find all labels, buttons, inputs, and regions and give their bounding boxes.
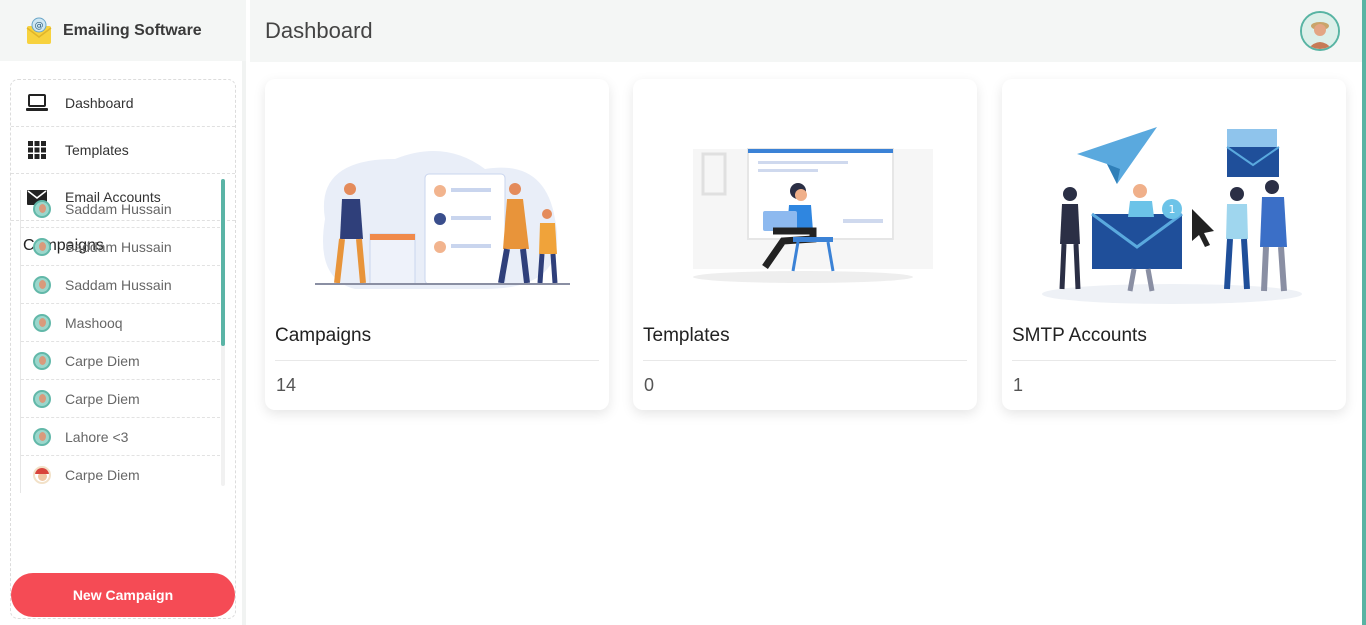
campaign-name: Lahore <3 bbox=[65, 428, 129, 445]
campaign-item[interactable]: Saddam Hussain bbox=[21, 228, 220, 266]
campaign-name: Carpe Diem bbox=[65, 352, 140, 369]
templates-laptop-illustration bbox=[693, 148, 933, 283]
avatar-icon bbox=[33, 237, 51, 256]
campaign-name: Carpe Diem bbox=[65, 390, 140, 407]
campaign-item[interactable]: Carpe Diem bbox=[21, 456, 220, 493]
card-divider bbox=[643, 360, 967, 361]
campaigns-card[interactable]: Campaigns 14 bbox=[265, 79, 609, 410]
campaign-name: Saddam Hussain bbox=[65, 276, 172, 293]
campaign-name: Saddam Hussain bbox=[65, 238, 172, 255]
laptop-icon bbox=[25, 91, 49, 115]
grid-icon bbox=[25, 138, 49, 162]
page-title: Dashboard bbox=[265, 18, 373, 43]
smtp-accounts-card[interactable]: 1 SMTP Accounts 1 bbox=[1002, 79, 1346, 410]
sidebar-item-label: Dashboard bbox=[65, 95, 134, 111]
card-title: Campaigns bbox=[275, 325, 372, 346]
sidebar-item-dashboard[interactable]: Dashboard bbox=[11, 80, 235, 127]
avatar-icon bbox=[33, 351, 51, 370]
brand[interactable]: @ Emailing Software bbox=[0, 0, 246, 61]
email-people-illustration: 1 bbox=[1042, 127, 1302, 304]
campaign-item[interactable]: Carpe Diem bbox=[21, 342, 220, 380]
campaign-name: Mashooq bbox=[65, 314, 123, 331]
avatar-icon bbox=[33, 427, 51, 446]
avatar-icon bbox=[33, 313, 51, 332]
right-accent-border bbox=[1362, 0, 1366, 625]
avatar-icon bbox=[33, 465, 51, 484]
campaign-list: Saddam Hussain Saddam Hussain Saddam Hus… bbox=[20, 190, 220, 493]
campaign-name: Saddam Hussain bbox=[65, 200, 172, 217]
campaign-voting-illustration bbox=[315, 151, 570, 289]
avatar-icon bbox=[33, 199, 51, 218]
campaign-item[interactable]: Saddam Hussain bbox=[21, 266, 220, 304]
campaign-item[interactable]: Mashooq bbox=[21, 304, 220, 342]
user-avatar-icon[interactable] bbox=[1300, 11, 1340, 51]
app-root: @ Emailing Software Dashboard Templates … bbox=[0, 0, 1366, 625]
card-title: Templates bbox=[643, 325, 730, 346]
card-title: SMTP Accounts bbox=[1012, 325, 1147, 346]
templates-card[interactable]: Templates 0 bbox=[633, 79, 977, 410]
new-campaign-button[interactable]: New Campaign bbox=[11, 573, 235, 617]
campaign-name: Carpe Diem bbox=[65, 466, 140, 483]
scrollbar-thumb[interactable] bbox=[221, 179, 225, 346]
envelope-at-icon: @ bbox=[26, 17, 52, 44]
card-value: 14 bbox=[276, 375, 297, 395]
sidebar-item-templates[interactable]: Templates bbox=[11, 127, 235, 174]
campaign-item[interactable]: Carpe Diem bbox=[21, 380, 220, 418]
avatar-icon bbox=[33, 275, 51, 294]
svg-text:@: @ bbox=[35, 21, 44, 31]
avatar-icon bbox=[33, 389, 51, 408]
svg-text:1: 1 bbox=[1169, 203, 1176, 216]
card-value: 0 bbox=[644, 375, 655, 395]
card-divider bbox=[275, 360, 599, 361]
brand-title: Emailing Software bbox=[63, 21, 202, 39]
sidebar-item-label: Templates bbox=[65, 142, 129, 158]
card-divider bbox=[1012, 360, 1336, 361]
campaign-item[interactable]: Lahore <3 bbox=[21, 418, 220, 456]
card-value: 1 bbox=[1013, 375, 1024, 395]
campaign-list-scrollbar[interactable] bbox=[221, 179, 225, 486]
topbar: Dashboard bbox=[250, 0, 1366, 62]
sidebar: @ Emailing Software Dashboard Templates … bbox=[0, 0, 246, 625]
campaign-item[interactable]: Saddam Hussain bbox=[21, 190, 220, 228]
